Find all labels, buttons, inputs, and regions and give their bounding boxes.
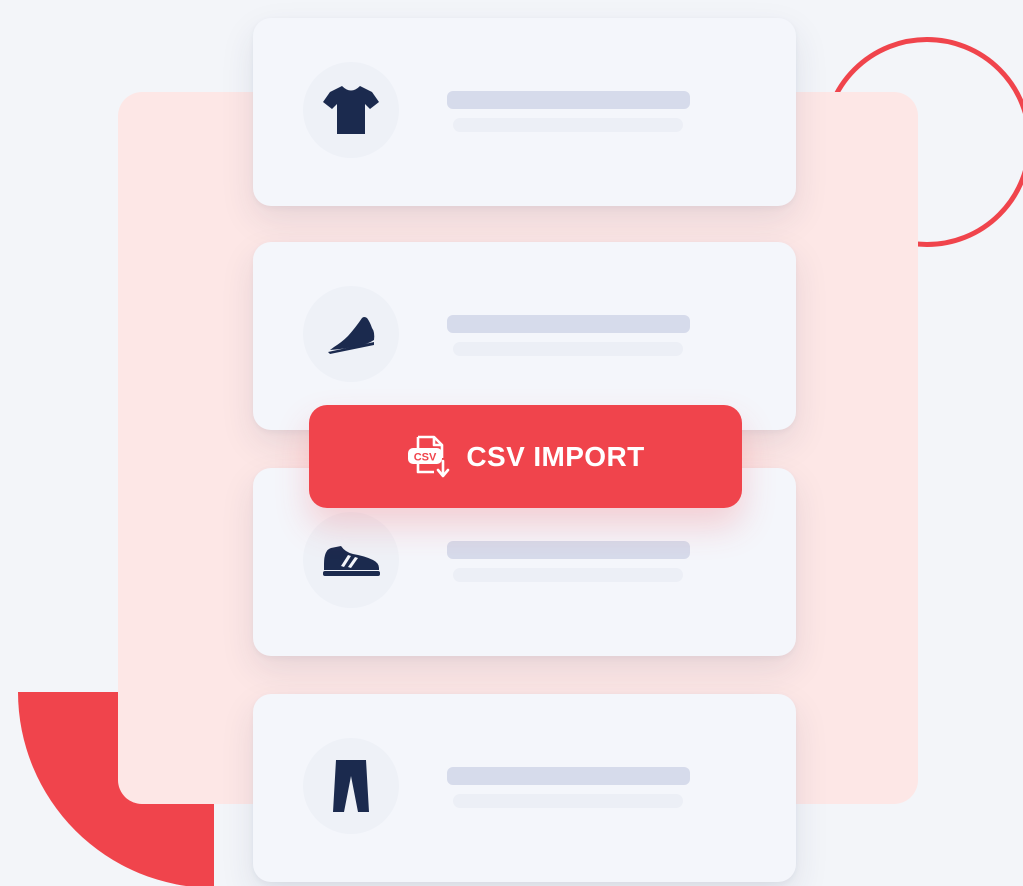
product-title-placeholder [447,315,690,333]
product-avatar [303,62,399,158]
csv-import-button[interactable]: CSV CSV IMPORT [309,405,742,508]
product-card-trousers[interactable] [253,694,796,882]
product-title-placeholder [447,541,690,559]
dress-shoe-icon [328,317,375,354]
product-subtitle-placeholder [453,342,683,356]
product-subtitle-placeholder [453,794,683,808]
csv-import-label: CSV IMPORT [466,440,645,472]
decorative-panel-corner [118,692,258,804]
product-card-tshirt[interactable] [253,18,796,206]
product-title-placeholder [447,767,690,785]
product-avatar [303,286,399,382]
trousers-icon [333,760,369,812]
product-subtitle-placeholder [453,568,683,582]
product-avatar [303,512,399,608]
product-card-dress-shoe[interactable] [253,242,796,430]
product-subtitle-placeholder [453,118,683,132]
tshirt-icon [323,86,379,134]
product-avatar [303,738,399,834]
csv-file-download-icon: CSV [408,435,450,477]
sneaker-icon [323,546,380,576]
csv-import-illustration: CSV CSV IMPORT [0,0,1023,886]
csv-icon-text: CSV [414,451,437,463]
product-title-placeholder [447,91,690,109]
